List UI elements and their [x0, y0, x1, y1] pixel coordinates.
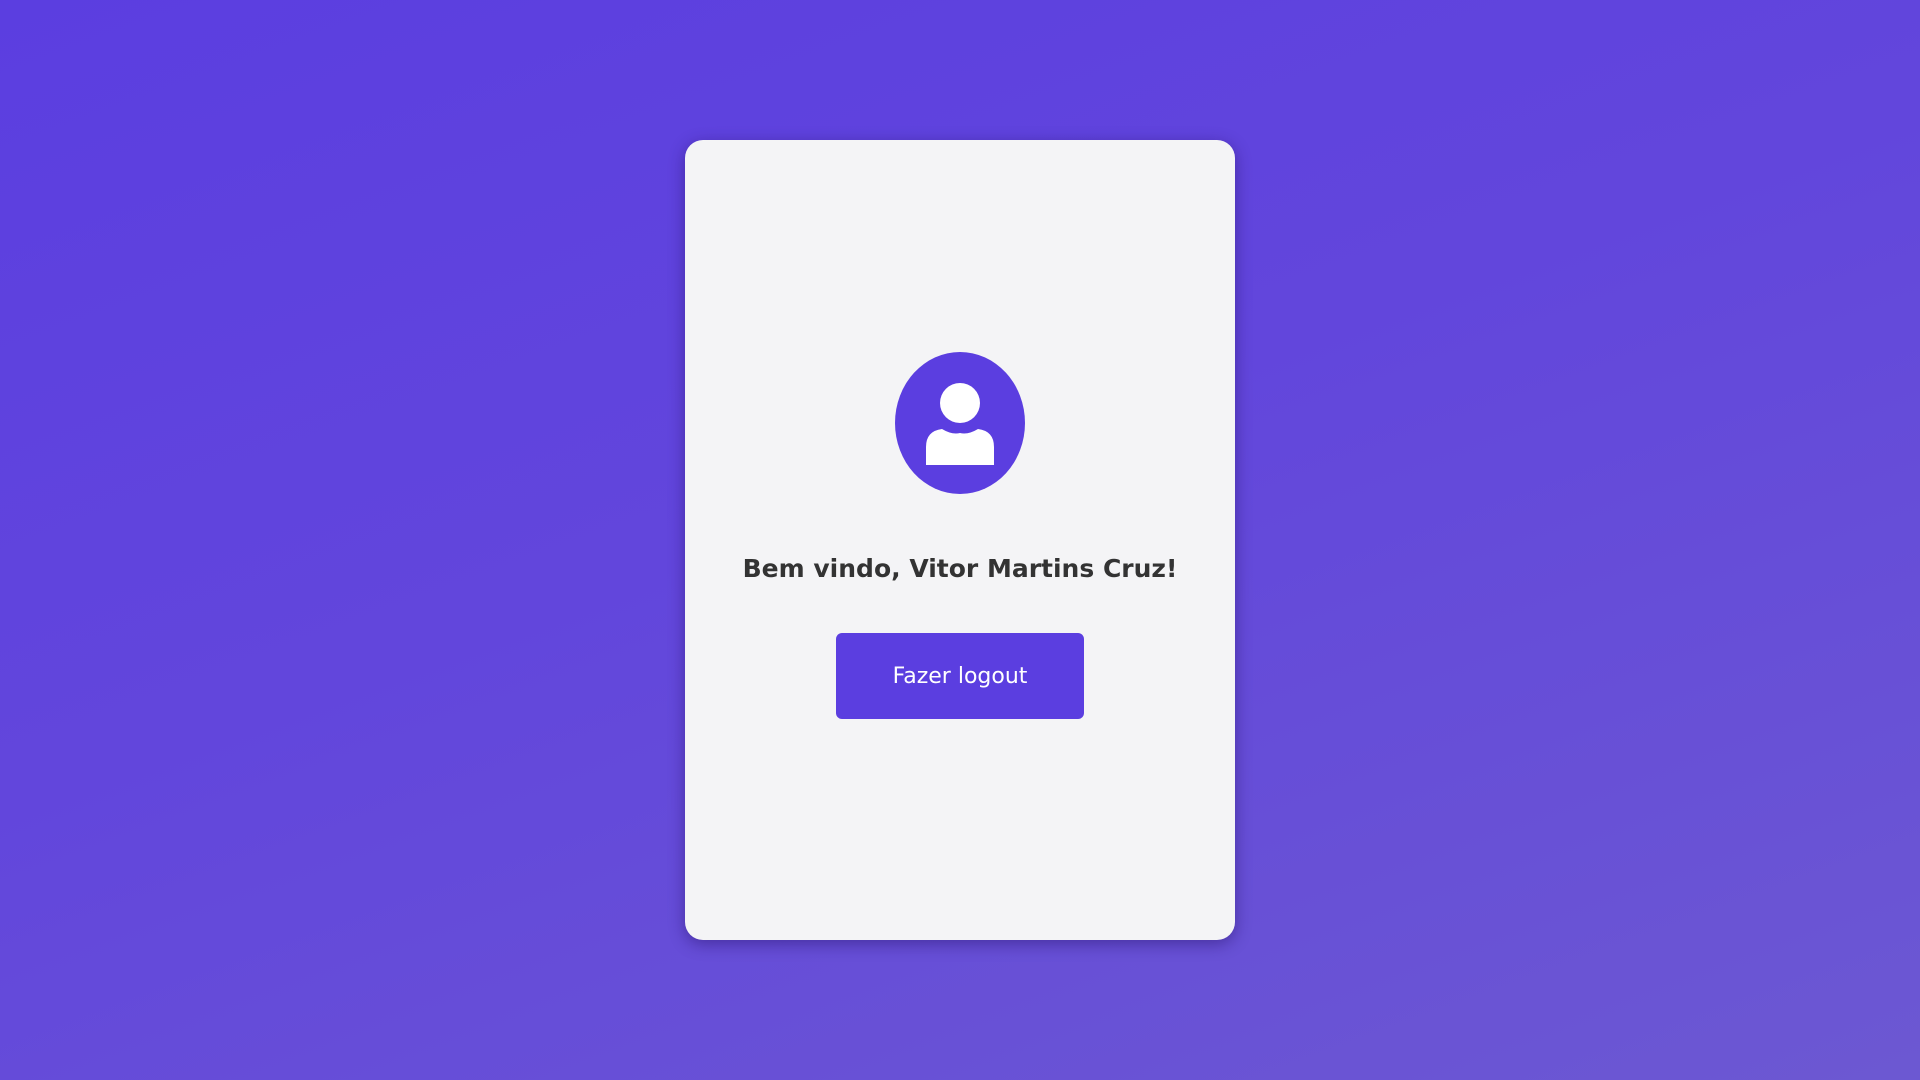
avatar: [895, 352, 1025, 494]
welcome-message: Bem vindo, Vitor Martins Cruz!: [742, 554, 1178, 583]
user-icon: [926, 383, 994, 465]
logout-button[interactable]: Fazer logout: [836, 633, 1084, 719]
welcome-card: Bem vindo, Vitor Martins Cruz! Fazer log…: [685, 140, 1235, 940]
